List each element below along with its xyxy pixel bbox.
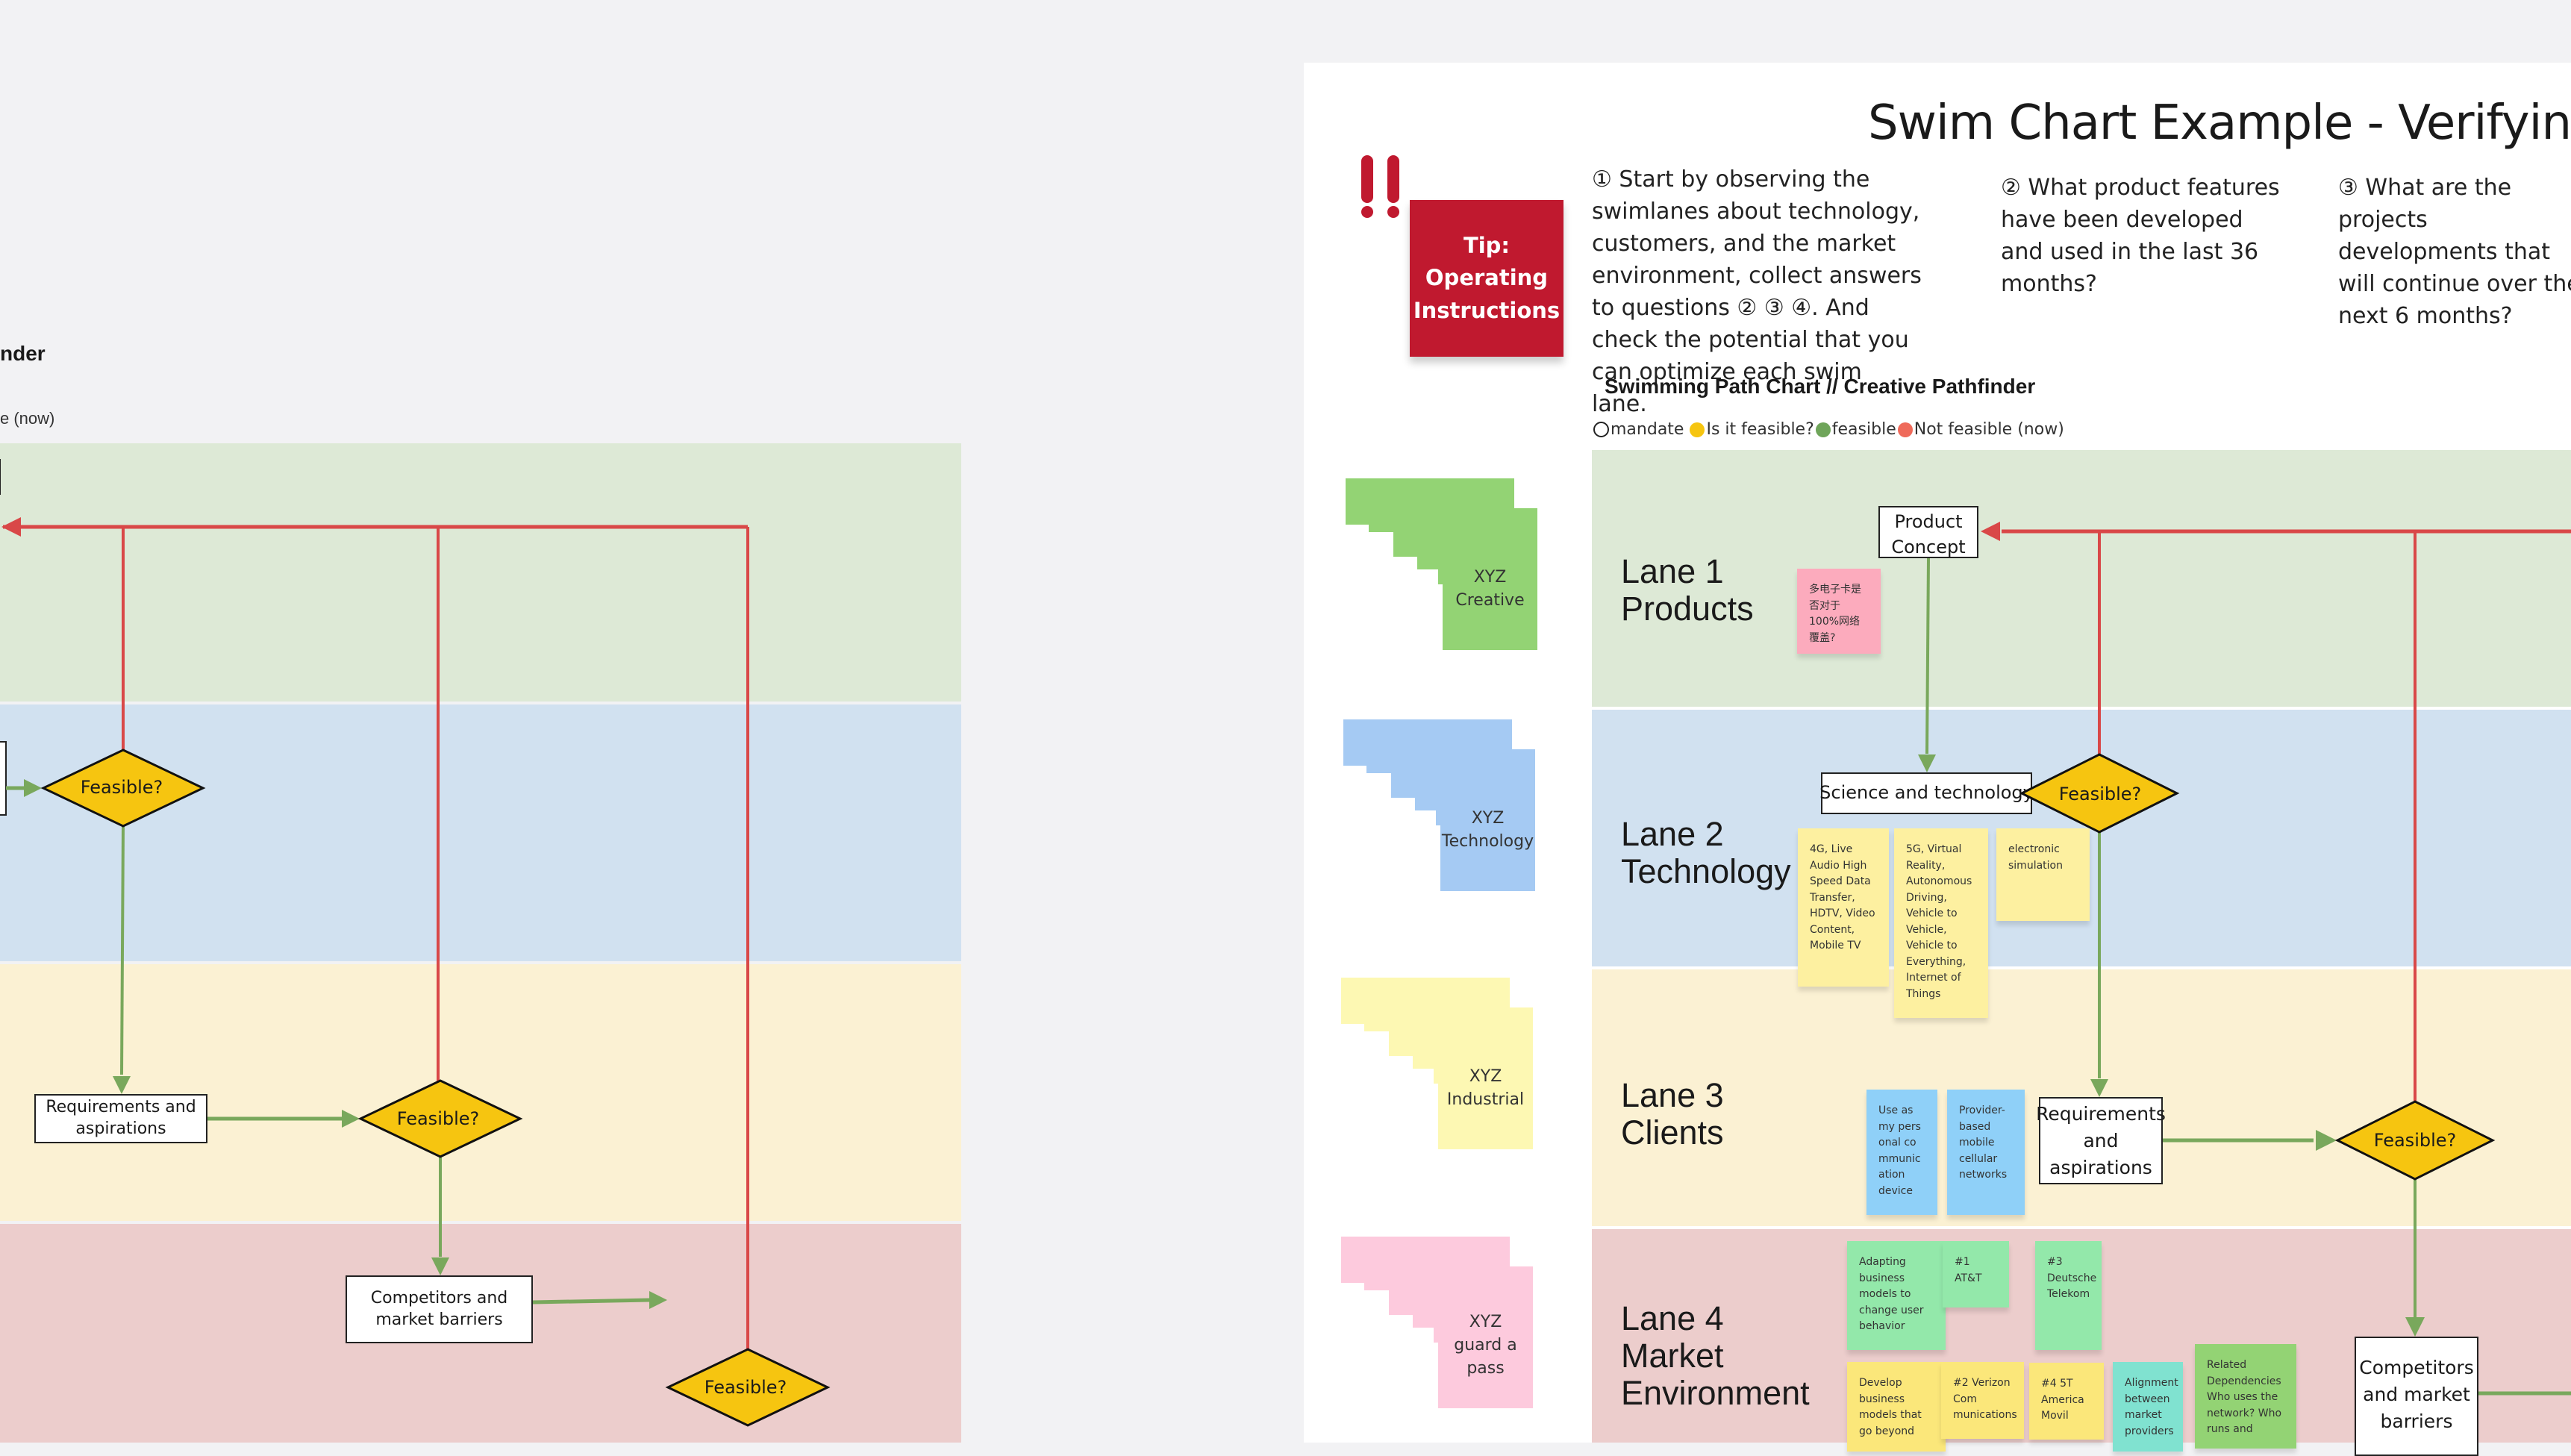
feasible-diamond-1[interactable] [2019,753,2180,834]
feasible-diamond-2[interactable] [2334,1100,2496,1181]
left-feasible-diamond-1[interactable] [40,749,206,828]
left-arrowhead-icon [113,1076,131,1094]
arrowhead-icon [2405,1317,2425,1337]
left-arrowhead-icon [1,517,21,537]
arrowhead-icon [1918,754,1936,772]
left-arrowhead-icon [649,1291,667,1309]
left-feasible-line-down-1 [120,825,125,1075]
feasible-line-down-1 [1925,557,1930,754]
left-feasible-diamond-3[interactable] [665,1348,831,1427]
left-feasible-arrow-3 [532,1298,650,1305]
left-arrowhead-icon [24,779,42,797]
arrowhead-icon [2090,1079,2108,1097]
arrowhead-icon [2316,1130,2337,1151]
arrowhead-icon [1981,522,2000,541]
left-feasible-diamond-2[interactable] [357,1079,523,1158]
left-arrowhead-icon [342,1110,360,1128]
left-arrowhead-icon [431,1257,449,1275]
flow-connectors [1,517,2571,1427]
